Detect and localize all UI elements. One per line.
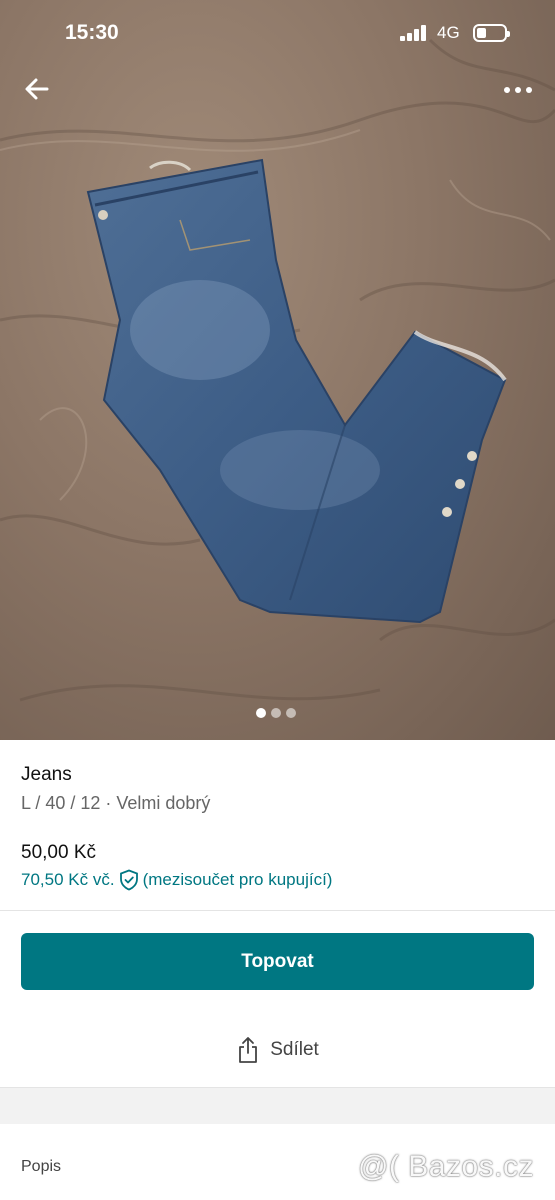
buyer-price-value: 70,50 Kč vč. xyxy=(21,870,115,889)
photo-pagination xyxy=(256,708,296,718)
divider xyxy=(0,910,555,911)
item-details: L / 40 / 12 · Velmi dobrý xyxy=(21,793,211,813)
battery-icon xyxy=(473,24,510,42)
buyer-price-note: (mezisoučet pro kupující) xyxy=(142,870,333,889)
section-separator xyxy=(0,1087,555,1124)
jeans-photo-illustration xyxy=(0,38,555,702)
arrow-left-icon[interactable] xyxy=(20,72,54,106)
share-label: Sdílet xyxy=(270,1039,319,1060)
status-time: 15:30 xyxy=(65,21,119,44)
item-photo[interactable]: 15:30 4G xyxy=(0,0,555,740)
pagination-dot[interactable] xyxy=(256,708,266,718)
description-heading: Popis xyxy=(21,1158,62,1175)
share-icon xyxy=(239,1037,258,1063)
item-title: Jeans xyxy=(21,764,72,785)
watermark-logo: @( Bazos.cz xyxy=(358,1150,534,1183)
promote-button[interactable]: Topovat xyxy=(21,933,534,990)
buyer-price[interactable]: 70,50 Kč vč. (mezisoučet pro kupující) xyxy=(21,869,332,891)
status-bar: 15:30 4G xyxy=(0,0,555,66)
pagination-dot[interactable] xyxy=(286,708,296,718)
more-dots-icon[interactable] xyxy=(498,78,538,102)
item-price: 50,00 Kč xyxy=(21,842,96,863)
shield-check-icon xyxy=(119,869,138,891)
share-button[interactable]: Sdílet xyxy=(180,1028,375,1072)
pagination-dot[interactable] xyxy=(271,708,281,718)
signal-icon xyxy=(400,25,426,41)
network-type: 4G xyxy=(437,23,460,42)
